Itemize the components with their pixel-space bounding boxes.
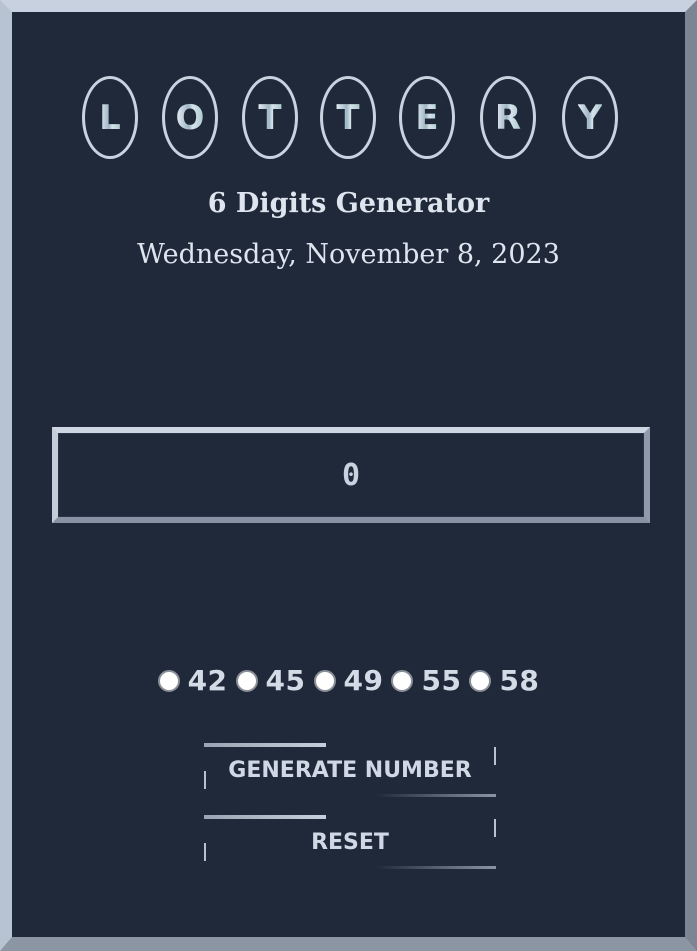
radio-button[interactable] bbox=[469, 669, 492, 692]
button-accent-left bbox=[204, 771, 206, 789]
option-label: 58 bbox=[499, 664, 540, 697]
button-accent-right bbox=[494, 819, 496, 837]
logo-letter: R bbox=[480, 76, 536, 159]
logo-letter-text: R bbox=[494, 97, 522, 138]
page-subtitle: 6 Digits Generator bbox=[207, 188, 490, 219]
button-accent-right bbox=[494, 747, 496, 765]
logo-letter-text: T bbox=[336, 97, 360, 138]
display-inner-border bbox=[58, 433, 644, 517]
app-frame: L O T T E R Y 6 Digits Generator Wednesd… bbox=[0, 0, 697, 951]
button-accent-left bbox=[204, 843, 206, 861]
logo-letter: L bbox=[82, 76, 138, 159]
lottery-logo: L O T T E R Y bbox=[12, 64, 685, 164]
option-label: 49 bbox=[343, 664, 384, 697]
radio-button[interactable] bbox=[391, 669, 414, 692]
generate-number-label: GENERATE NUMBER bbox=[228, 757, 472, 783]
reset-button[interactable]: RESET bbox=[204, 815, 496, 869]
logo-letter-text: O bbox=[175, 97, 205, 138]
logo-letter: O bbox=[162, 76, 218, 159]
logo-letter-text: T bbox=[258, 97, 282, 138]
logo-letter: E bbox=[399, 76, 455, 159]
button-accent-bottom bbox=[376, 794, 496, 797]
option-58[interactable]: 58 bbox=[469, 664, 539, 697]
button-accent-bottom bbox=[376, 866, 496, 869]
option-label: 55 bbox=[421, 664, 462, 697]
reset-label: RESET bbox=[311, 829, 389, 855]
option-42[interactable]: 42 bbox=[157, 664, 228, 697]
logo-letter-text: E bbox=[415, 97, 439, 138]
option-49[interactable]: 49 bbox=[313, 664, 384, 697]
logo-letter-text: Y bbox=[577, 97, 603, 138]
radio-button[interactable] bbox=[235, 669, 258, 692]
button-accent-top bbox=[204, 815, 326, 819]
logo-letter-text: L bbox=[99, 97, 121, 138]
current-date: Wednesday, November 8, 2023 bbox=[137, 239, 560, 270]
radio-button[interactable] bbox=[157, 669, 180, 692]
number-display: 0 bbox=[52, 427, 650, 523]
logo-letter: T bbox=[242, 76, 298, 159]
digit-options: 42 45 49 55 58 bbox=[12, 664, 685, 697]
option-label: 45 bbox=[265, 664, 306, 697]
logo-letter: T bbox=[320, 76, 376, 159]
option-55[interactable]: 55 bbox=[391, 664, 461, 697]
generate-number-button[interactable]: GENERATE NUMBER bbox=[204, 743, 496, 797]
logo-letter: Y bbox=[562, 76, 618, 159]
button-accent-top bbox=[204, 743, 326, 747]
option-45[interactable]: 45 bbox=[235, 664, 306, 697]
radio-button[interactable] bbox=[313, 669, 336, 692]
option-label: 42 bbox=[187, 664, 228, 697]
